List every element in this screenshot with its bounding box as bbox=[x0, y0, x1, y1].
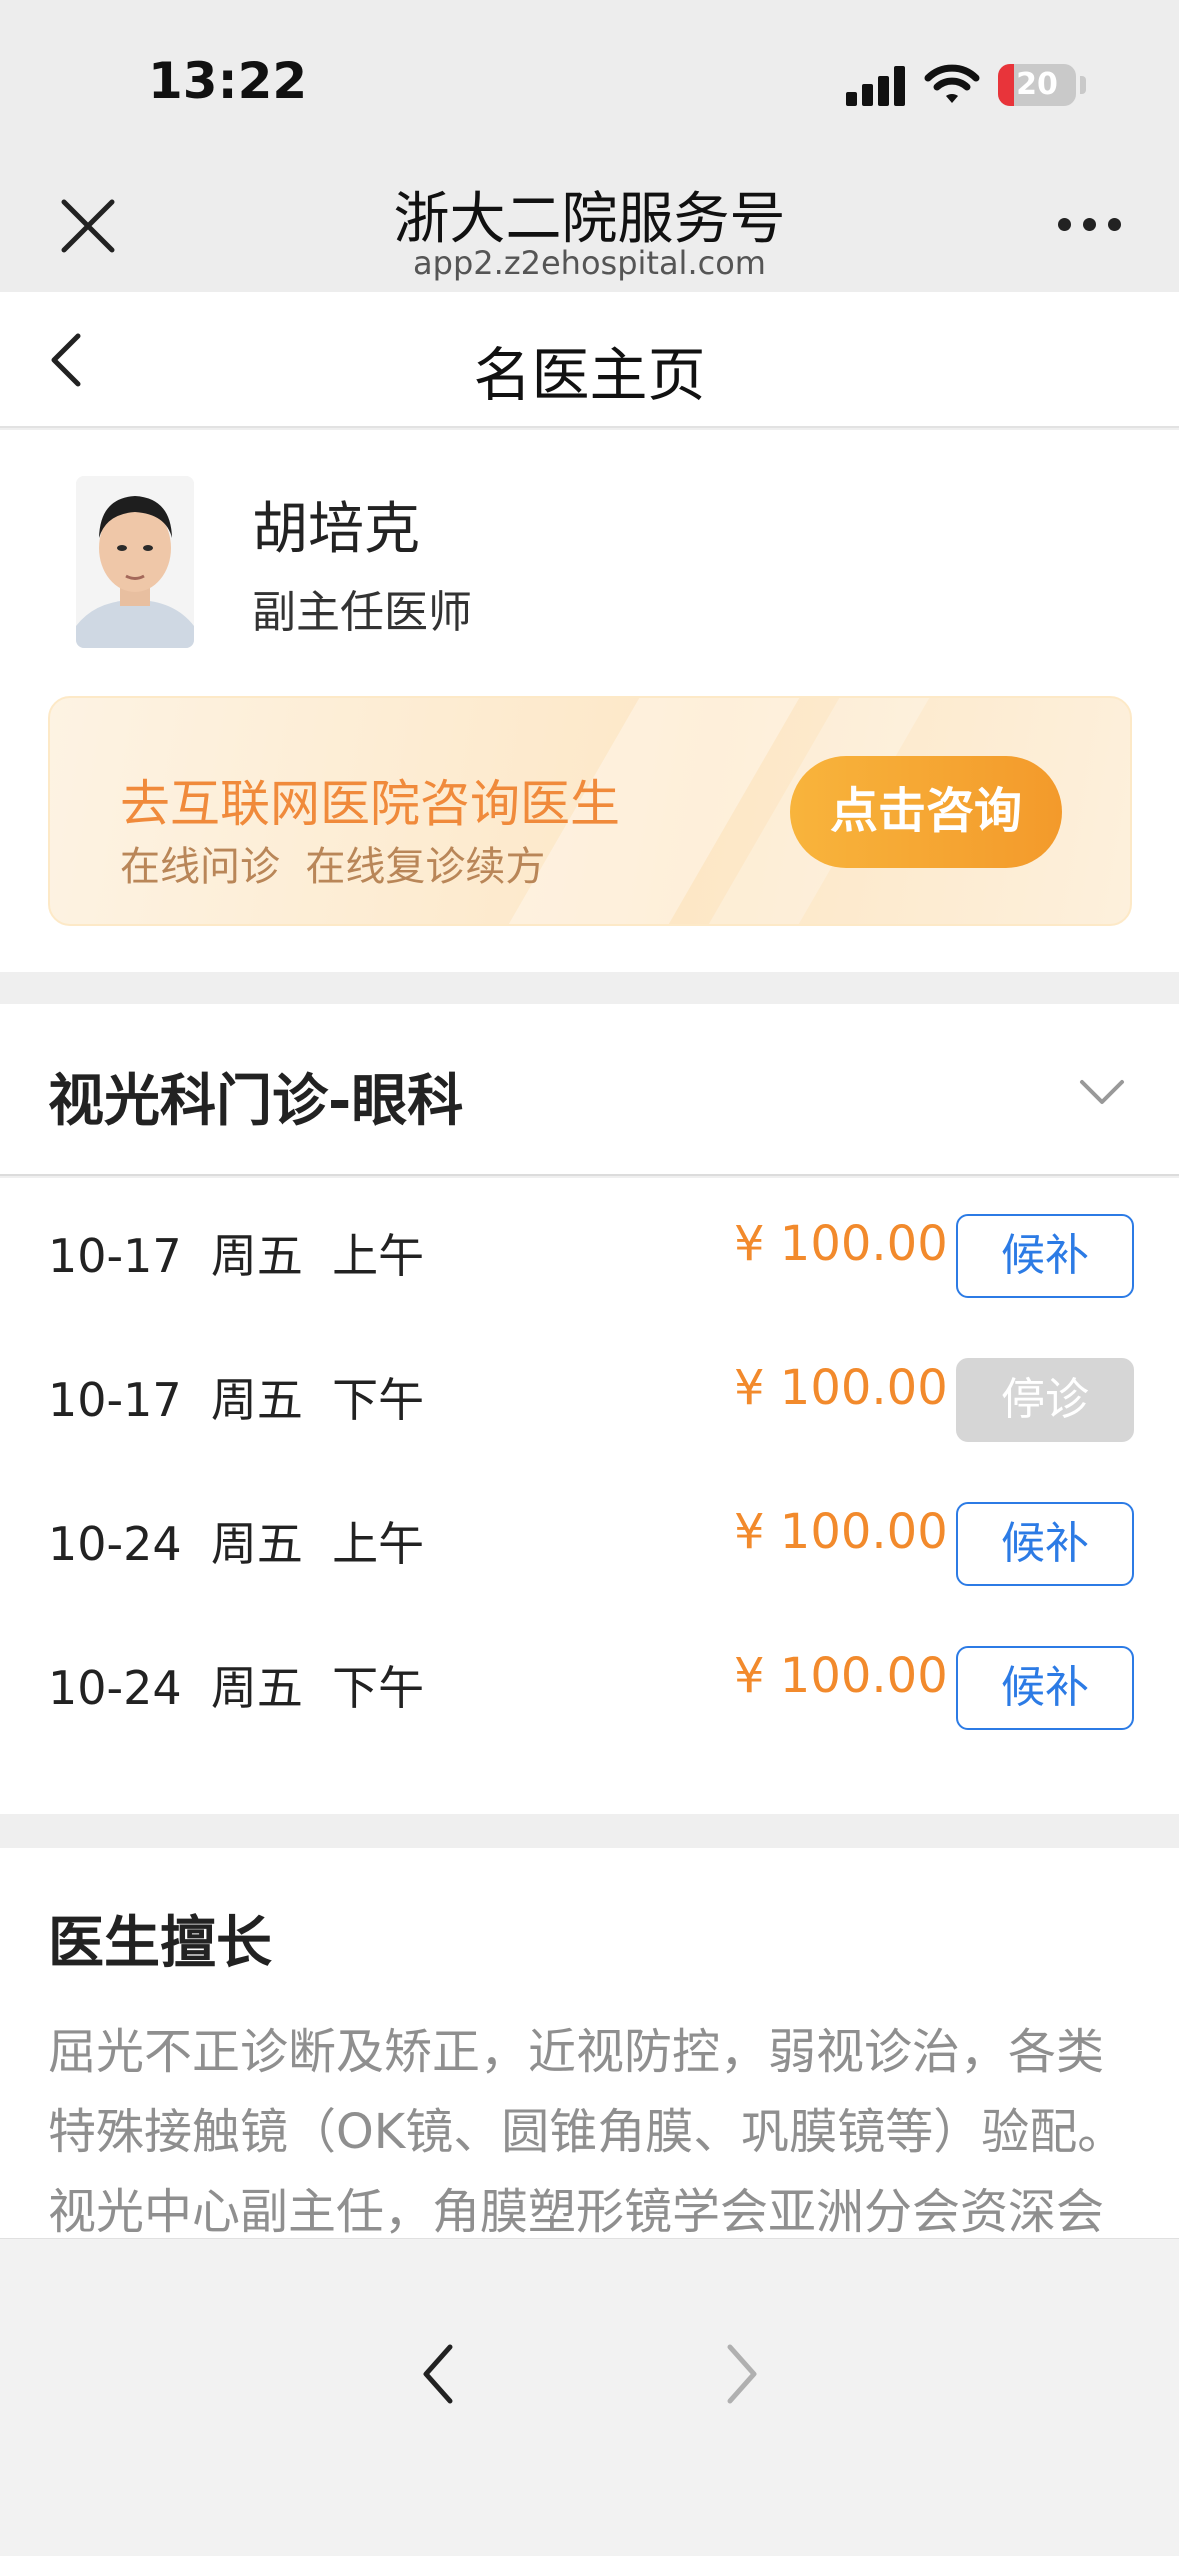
battery-level: 20 bbox=[1016, 67, 1058, 102]
doctor-card: 胡培克 副主任医师 去互联网医院咨询医生 在线问诊 在线复诊续方 点击咨询 bbox=[0, 430, 1179, 972]
slot-date: 10-24 周五 上午 bbox=[48, 1517, 425, 1571]
wechat-nav-bar: 浙大二院服务号 app2.z2ehospital.com bbox=[0, 160, 1179, 292]
status-bar: 13:22 20 bbox=[0, 0, 1179, 160]
department-name: 视光科门诊-眼科 bbox=[48, 1069, 464, 1134]
department-selector[interactable]: 视光科门诊-眼科 bbox=[0, 1004, 1179, 1176]
consult-button[interactable]: 点击咨询 bbox=[790, 756, 1062, 868]
chevron-down-icon[interactable] bbox=[1078, 1076, 1126, 1106]
suspended-badge: 停诊 bbox=[956, 1358, 1134, 1442]
slot-date: 10-17 周五 上午 bbox=[48, 1229, 425, 1283]
consult-headline: 去互联网医院咨询医生 bbox=[120, 775, 620, 833]
slot-price: ¥ 100.00 bbox=[734, 1216, 948, 1272]
chevron-left-icon[interactable] bbox=[410, 2339, 470, 2409]
waitlist-button[interactable]: 候补 bbox=[956, 1214, 1134, 1298]
slot-date: 10-24 周五 下午 bbox=[48, 1661, 425, 1715]
doctor-name: 胡培克 bbox=[252, 497, 420, 562]
official-account-title: 浙大二院服务号 bbox=[393, 187, 786, 252]
cellular-signal-icon bbox=[846, 66, 906, 106]
slot-date: 10-17 周五 下午 bbox=[48, 1373, 425, 1427]
expertise-title: 医生擅长 bbox=[48, 1911, 272, 1976]
slot-price: ¥ 100.00 bbox=[734, 1360, 948, 1416]
page-title: 名医主页 bbox=[473, 341, 706, 409]
status-time: 13:22 bbox=[148, 52, 308, 110]
slot-price: ¥ 100.00 bbox=[734, 1504, 948, 1560]
expertise-section: 医生擅长 屈光不正诊断及矫正，近视防控，弱视诊治，各类特殊接触镜（OK镜、圆锥角… bbox=[0, 1848, 1179, 2248]
wifi-icon bbox=[924, 64, 980, 103]
waitlist-button[interactable]: 候补 bbox=[956, 1646, 1134, 1730]
consult-subline: 在线问诊 在线复诊续方 bbox=[120, 844, 546, 890]
page-header: 名医主页 bbox=[0, 292, 1179, 428]
chevron-right-icon[interactable] bbox=[710, 2339, 770, 2409]
battery-icon: 20 bbox=[998, 64, 1076, 106]
doctor-avatar bbox=[76, 476, 194, 648]
page-url: app2.z2ehospital.com bbox=[413, 244, 766, 282]
more-icon[interactable] bbox=[1058, 218, 1122, 232]
consult-banner[interactable]: 去互联网医院咨询医生 在线问诊 在线复诊续方 点击咨询 bbox=[48, 696, 1132, 926]
schedule-slot: 10-17 周五 下午 ¥ 100.00 停诊 bbox=[0, 1322, 1179, 1466]
slot-price: ¥ 100.00 bbox=[734, 1648, 948, 1704]
schedule-slot: 10-17 周五 上午 ¥ 100.00 候补 bbox=[0, 1178, 1179, 1322]
browser-toolbar bbox=[0, 2238, 1179, 2556]
schedule-list: 10-17 周五 上午 ¥ 100.00 候补 10-17 周五 下午 ¥ 10… bbox=[0, 1178, 1179, 1814]
expertise-text: 屈光不正诊断及矫正，近视防控，弱视诊治，各类特殊接触镜（OK镜、圆锥角膜、巩膜镜… bbox=[48, 2024, 1126, 2240]
waitlist-button[interactable]: 候补 bbox=[956, 1502, 1134, 1586]
doctor-title: 副主任医师 bbox=[252, 587, 472, 638]
schedule-slot: 10-24 周五 下午 ¥ 100.00 候补 bbox=[0, 1610, 1179, 1754]
schedule-slot: 10-24 周五 上午 ¥ 100.00 候补 bbox=[0, 1466, 1179, 1610]
